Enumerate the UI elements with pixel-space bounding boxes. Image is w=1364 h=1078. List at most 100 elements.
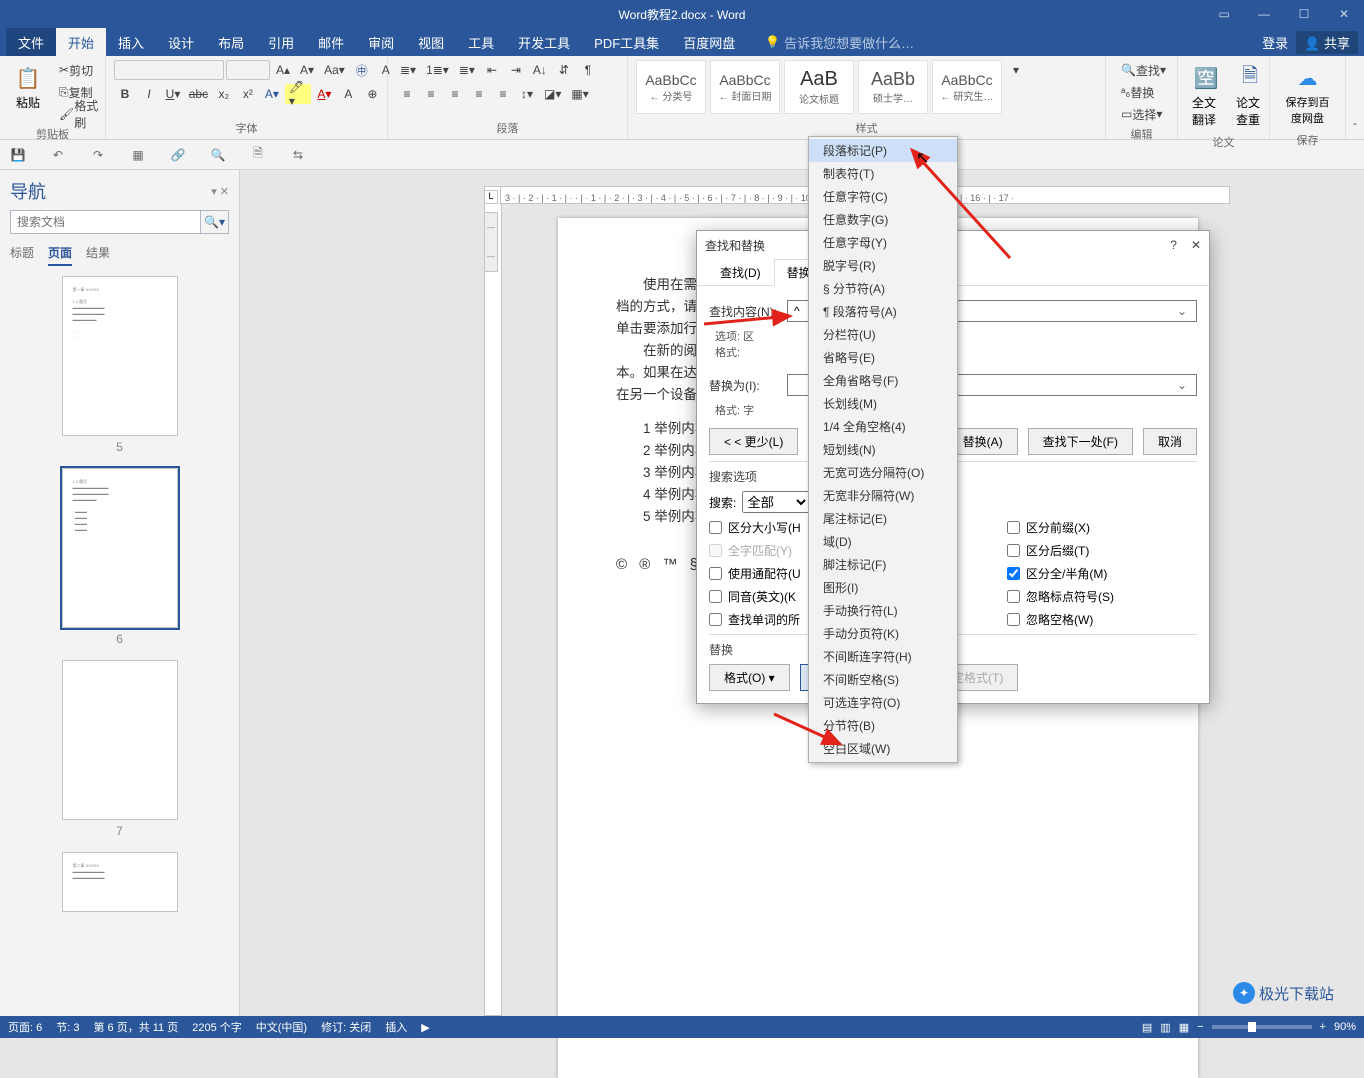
special-menu-item[interactable]: 手动换行符(L): [809, 599, 957, 622]
style-item[interactable]: AaBbCc← 封面日期: [710, 60, 780, 114]
qat-indent-icon[interactable]: ⇆: [288, 145, 308, 165]
tab-home[interactable]: 开始: [56, 28, 106, 56]
underline-button[interactable]: U▾: [162, 84, 184, 104]
chk-ignore-space[interactable]: 忽略空格(W): [1007, 611, 1197, 628]
distribute-button[interactable]: ≡: [492, 84, 514, 104]
nav-search-input[interactable]: [11, 211, 200, 233]
qat-links-icon[interactable]: 🔗: [168, 145, 188, 165]
status-insert[interactable]: 插入: [385, 1019, 407, 1035]
zoom-in-button[interactable]: +: [1320, 1021, 1326, 1033]
special-menu-item[interactable]: ¶ 段落符号(A): [809, 300, 957, 323]
line-spacing-button[interactable]: ↕▾: [516, 84, 538, 104]
cut-button[interactable]: ✂ 剪切: [52, 60, 112, 80]
status-section[interactable]: 节: 3: [56, 1019, 79, 1035]
special-menu-item[interactable]: 无宽非分隔符(W): [809, 484, 957, 507]
change-case-button[interactable]: Aa▾: [320, 60, 349, 80]
font-family-combo[interactable]: [114, 60, 224, 80]
translate-button[interactable]: 🈳全文翻译: [1186, 60, 1226, 132]
style-item[interactable]: AaBbCc← 研究生…: [932, 60, 1002, 114]
status-track[interactable]: 修订: 关闭: [321, 1019, 371, 1035]
highlight-button[interactable]: 🖊▾: [285, 84, 312, 104]
justify-button[interactable]: ≡: [468, 84, 490, 104]
check-button[interactable]: 🗎论文查重: [1230, 60, 1270, 132]
special-menu-item[interactable]: 分节符(B): [809, 714, 957, 737]
italic-button[interactable]: I: [138, 84, 160, 104]
special-menu-item[interactable]: 段落标记(P): [809, 139, 957, 162]
collapse-ribbon-button[interactable]: ˆ: [1346, 56, 1364, 139]
special-menu-item[interactable]: 1/4 全角空格(4): [809, 415, 957, 438]
chevron-down-icon[interactable]: ⌄: [1174, 304, 1190, 318]
qat-redo-icon[interactable]: ↷: [88, 145, 108, 165]
tab-baidu[interactable]: 百度网盘: [671, 28, 747, 56]
nav-search[interactable]: 🔍▾: [10, 210, 229, 234]
special-menu-item[interactable]: 短划线(N): [809, 438, 957, 461]
align-dist-button[interactable]: ⇵: [553, 60, 575, 80]
page-thumbnail[interactable]: 第一章 XXXXX1.1 题目▬▬▬▬▬▬▬▬▬▬▬▬▬▬▬▬▬▬▬▬▬▬· ·…: [62, 276, 178, 436]
view-read-icon[interactable]: ▤: [1142, 1021, 1152, 1034]
special-menu-item[interactable]: 省略号(E): [809, 346, 957, 369]
shading-button[interactable]: ◪▾: [540, 84, 565, 104]
bold-button[interactable]: B: [114, 84, 136, 104]
save-baidu-button[interactable]: ☁保存到百度网盘: [1278, 60, 1337, 130]
special-menu-item[interactable]: 空白区域(W): [809, 737, 957, 760]
special-menu-item[interactable]: 不间断连字符(H): [809, 645, 957, 668]
tab-developer[interactable]: 开发工具: [506, 28, 582, 56]
tab-layout[interactable]: 布局: [206, 28, 256, 56]
less-button[interactable]: < < 更少(L): [709, 428, 798, 455]
multilevel-button[interactable]: ≣▾: [455, 60, 479, 80]
subscript-button[interactable]: x₂: [213, 84, 235, 104]
grow-font-button[interactable]: A▴: [272, 60, 294, 80]
status-page[interactable]: 页面: 6: [8, 1019, 42, 1035]
style-item[interactable]: AaB论文标题: [784, 60, 854, 114]
special-menu-item[interactable]: 手动分页符(K): [809, 622, 957, 645]
show-marks-button[interactable]: ¶: [577, 60, 599, 80]
bullets-button[interactable]: ≣▾: [396, 60, 420, 80]
qat-undo-icon[interactable]: ↶: [48, 145, 68, 165]
status-wordcount[interactable]: 2205 个字: [192, 1019, 242, 1035]
tab-design[interactable]: 设计: [156, 28, 206, 56]
cancel-button[interactable]: 取消: [1143, 428, 1197, 455]
special-menu-item[interactable]: 不间断空格(S): [809, 668, 957, 691]
status-macro-icon[interactable]: ▶: [421, 1021, 429, 1034]
special-menu-item[interactable]: 域(D): [809, 530, 957, 553]
minimize-icon[interactable]: —: [1244, 0, 1284, 28]
font-color-button[interactable]: A▾: [313, 84, 335, 104]
styles-more-button[interactable]: ▾: [1006, 60, 1066, 80]
share-button[interactable]: 👤 共享: [1296, 31, 1358, 54]
chevron-down-icon[interactable]: ⌄: [1174, 378, 1190, 392]
tab-references[interactable]: 引用: [256, 28, 306, 56]
tab-file[interactable]: 文件: [6, 28, 56, 56]
tab-mailings[interactable]: 邮件: [306, 28, 356, 56]
tab-review[interactable]: 审阅: [356, 28, 406, 56]
nav-tab-pages[interactable]: 页面: [48, 244, 72, 266]
nav-tab-results[interactable]: 结果: [86, 244, 110, 266]
shrink-font-button[interactable]: A▾: [296, 60, 318, 80]
special-menu-item[interactable]: 长划线(M): [809, 392, 957, 415]
search-scope-select[interactable]: 全部: [742, 491, 810, 513]
qat-save-icon[interactable]: 💾: [8, 145, 28, 165]
dialog-help-icon[interactable]: ?: [1170, 238, 1177, 252]
sort-button[interactable]: A↓: [529, 60, 551, 80]
dialog-tab-find[interactable]: 查找(D): [707, 259, 774, 286]
zoom-out-button[interactable]: −: [1197, 1021, 1203, 1033]
phonetic-button[interactable]: ㊥: [351, 60, 373, 80]
special-menu-item[interactable]: 脱字号(R): [809, 254, 957, 277]
replace-button[interactable]: ᵃ₆ 替换: [1114, 82, 1174, 102]
special-menu-item[interactable]: 任意字母(Y): [809, 231, 957, 254]
align-center-button[interactable]: ≡: [420, 84, 442, 104]
chk-match-prefix[interactable]: 区分前缀(X): [1007, 519, 1197, 536]
qat-zoom-icon[interactable]: 🔍: [208, 145, 228, 165]
format-menu-button[interactable]: 格式(O) ▾: [709, 664, 790, 691]
tell-me-input[interactable]: 告诉我您想要做什么…: [765, 28, 914, 56]
chk-full-half[interactable]: 区分全/半角(M): [1007, 565, 1197, 582]
page-thumbnail[interactable]: 第二章 XXXXX▬▬▬▬▬▬▬▬▬▬▬▬▬▬▬▬: [62, 852, 178, 912]
special-menu-item[interactable]: 制表符(T): [809, 162, 957, 185]
qat-new-icon[interactable]: 🗎: [248, 145, 268, 165]
char-shading-button[interactable]: A: [337, 84, 359, 104]
special-menu-item[interactable]: 任意数字(G): [809, 208, 957, 231]
tab-pdf[interactable]: PDF工具集: [582, 28, 671, 56]
view-web-icon[interactable]: ▦: [1179, 1021, 1189, 1034]
special-menu-item[interactable]: 可选连字符(O): [809, 691, 957, 714]
replace-all-button[interactable]: 替换(A): [948, 428, 1018, 455]
view-print-icon[interactable]: ▥: [1160, 1021, 1170, 1034]
